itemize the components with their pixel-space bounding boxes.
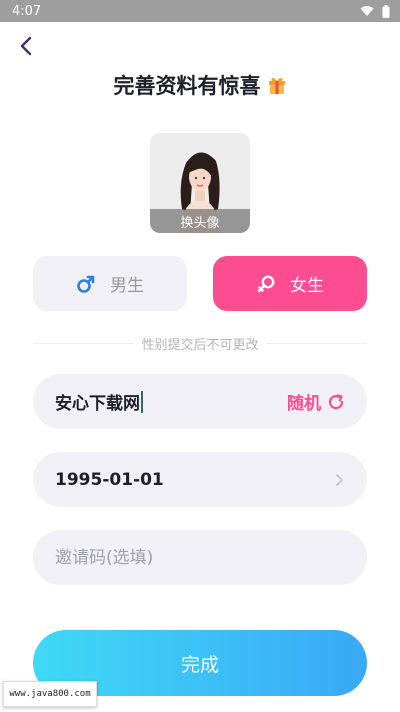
- change-avatar-label: 换头像: [150, 209, 250, 233]
- random-label: 随机: [287, 394, 321, 414]
- back-arrow-icon: [20, 36, 32, 56]
- nickname-value: 安心下载网: [55, 394, 140, 414]
- gender-female-button[interactable]: 女生: [213, 256, 367, 311]
- gender-hint-text: 性别提交后不可更改: [141, 337, 259, 353]
- gender-male-button[interactable]: 男生: [33, 256, 187, 311]
- back-button[interactable]: [12, 32, 40, 60]
- nickname-field[interactable]: 安心下载网 随机: [33, 374, 367, 429]
- page-title-text: 完善资料有惊喜: [113, 74, 261, 98]
- chevron-right-icon: [336, 473, 343, 486]
- divider-left: [33, 342, 134, 344]
- random-nickname-button[interactable]: 随机: [287, 389, 345, 414]
- gender-male-label: 男生: [110, 276, 144, 296]
- battery-icon: [382, 4, 390, 18]
- gender-hint: 性别提交后不可更改: [33, 334, 368, 353]
- page-title: 完善资料有惊喜: [0, 70, 400, 100]
- birthday-field[interactable]: 1995-01-01: [33, 452, 367, 507]
- refresh-icon: [328, 393, 344, 409]
- profile-setup-screen: 4:07 完善资料有惊喜 换头像 男生 女生 性别提交后不可更改 安心下载网 随…: [0, 0, 400, 712]
- birthday-value: 1995-01-01: [55, 469, 164, 490]
- wifi-icon: [360, 6, 374, 16]
- status-icons: [360, 4, 390, 18]
- invite-code-field[interactable]: [33, 530, 367, 585]
- avatar-picker[interactable]: 换头像: [150, 133, 250, 233]
- female-icon: [257, 275, 275, 292]
- text-cursor: [141, 390, 143, 413]
- male-icon: [77, 275, 95, 293]
- status-bar: 4:07: [0, 0, 400, 22]
- status-time: 4:07: [12, 3, 42, 19]
- invite-code-input[interactable]: [55, 547, 345, 568]
- site-watermark: www.java800.com: [3, 681, 97, 707]
- gift-icon: [268, 77, 285, 94]
- gender-female-label: 女生: [290, 276, 324, 296]
- divider-right: [266, 342, 368, 344]
- nickname-value-wrap: 安心下载网: [55, 389, 143, 414]
